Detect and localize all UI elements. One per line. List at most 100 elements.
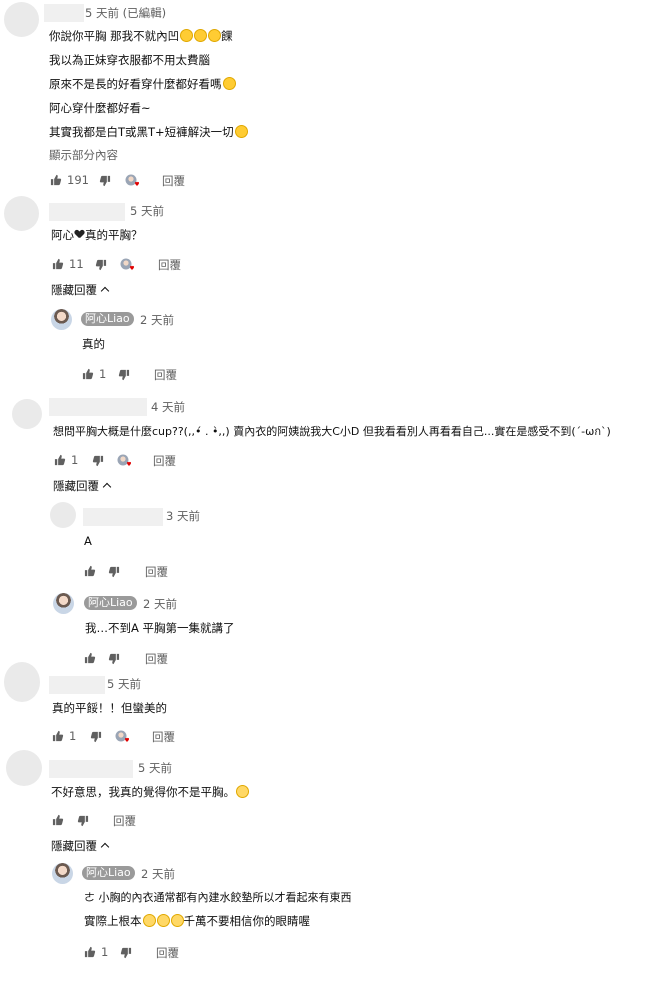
comment-time[interactable]: 5 天前 — [138, 760, 172, 776]
avatar[interactable] — [12, 399, 42, 429]
like-button-icon[interactable] — [54, 454, 66, 466]
comment-time[interactable]: 2 天前 — [141, 866, 175, 882]
like-button-icon[interactable] — [84, 652, 96, 664]
dislike-button-icon[interactable] — [108, 566, 120, 578]
comment-text: 實際上根本 — [84, 914, 142, 928]
dislike-button-icon[interactable] — [108, 653, 120, 665]
worried-emoji-icon — [142, 914, 156, 927]
owner-name-badge[interactable]: 阿心Liao — [81, 312, 134, 326]
chevron-up-icon — [100, 286, 110, 296]
comment-time[interactable]: 5 天前 — [107, 676, 141, 692]
reply-button[interactable]: 回覆 — [152, 729, 175, 745]
comment-text-line: 阿心穿什麼都好看~ — [49, 101, 151, 115]
chevron-up-icon — [100, 842, 110, 852]
comment-text-line: 真的 — [82, 337, 105, 351]
reply-button[interactable]: 回覆 — [162, 173, 185, 189]
like-count: 191 — [67, 173, 89, 187]
author-name-redacted[interactable] — [44, 4, 84, 22]
hide-replies-toggle[interactable]: 隱藏回覆 — [53, 478, 112, 494]
comment-time[interactable]: 2 天前 — [143, 596, 177, 612]
comment-text: 餜 — [221, 29, 233, 43]
reply-button[interactable]: 回覆 — [158, 257, 181, 273]
comment-time[interactable]: 5 天前 (已編輯) — [85, 5, 166, 21]
author-name-redacted[interactable] — [49, 203, 125, 221]
like-button-icon[interactable] — [84, 565, 96, 577]
comment-text-line: ㄜ 小胸的內衣通常都有內建水餃墊所以才看起來有東西 — [84, 891, 352, 904]
comment-time[interactable]: 5 天前 — [130, 203, 164, 219]
comment-text-line: 原來不是長的好看穿什麼都好看嗎 — [49, 76, 236, 92]
comment-text: 原來不是長的好看穿什麼都好看嗎 — [49, 77, 222, 91]
laughing-emoji-icon — [234, 125, 248, 138]
hide-replies-label: 隱藏回覆 — [51, 839, 97, 853]
like-count: 1 — [99, 367, 107, 381]
avatar[interactable] — [50, 502, 76, 528]
heart-icon — [75, 230, 84, 239]
like-button-icon[interactable] — [82, 368, 94, 380]
comment-time[interactable]: 3 天前 — [166, 508, 200, 524]
dislike-button-icon[interactable] — [118, 369, 130, 381]
reply-button[interactable]: 回覆 — [154, 367, 177, 383]
owner-avatar[interactable] — [53, 593, 74, 614]
dislike-button-icon[interactable] — [99, 175, 111, 187]
avatar[interactable] — [4, 196, 39, 231]
reply-button[interactable]: 回覆 — [145, 564, 168, 580]
comment-text: 其實我都是白T或黑T+短褲解決一切 — [49, 125, 234, 139]
like-count: 1 — [71, 453, 79, 467]
reply-button[interactable]: 回覆 — [145, 651, 168, 667]
comment-text-line: 阿心 真的平胸？ — [51, 227, 143, 243]
worried-emoji-icon — [170, 914, 184, 927]
author-name-redacted[interactable] — [83, 508, 163, 526]
like-button-icon[interactable] — [50, 174, 62, 186]
owner-avatar[interactable] — [51, 309, 72, 330]
avatar[interactable] — [6, 750, 42, 786]
comment-text-line: 我以為正妹穿衣服都不用太費腦 — [49, 53, 210, 67]
reply-button[interactable]: 回覆 — [153, 453, 176, 469]
comment-text: 你說你平胸 那我不就內凹 — [49, 29, 180, 43]
author-name-redacted[interactable] — [49, 760, 133, 778]
read-more-link[interactable]: 顯示部分內容 — [49, 147, 118, 163]
hide-replies-toggle[interactable]: 隱藏回覆 — [51, 282, 110, 298]
owner-name-badge[interactable]: 阿心Liao — [84, 596, 137, 610]
dislike-button-icon[interactable] — [90, 731, 102, 743]
comment-text: 不好意思，我真的覺得你不是平胸。 — [51, 785, 235, 799]
creator-heart-icon — [125, 174, 139, 187]
comment-text-line: 你說你平胸 那我不就內凹 餜 — [49, 28, 233, 44]
comment-text-line: 其實我都是白T或黑T+短褲解決一切 — [49, 124, 248, 140]
author-name-redacted[interactable] — [49, 676, 105, 694]
reply-button[interactable]: 回覆 — [156, 945, 179, 961]
laughing-emoji-icon — [194, 29, 208, 42]
comment-text: 真的平胸？ — [85, 228, 143, 242]
owner-avatar[interactable] — [52, 863, 73, 884]
like-count: 1 — [101, 945, 109, 959]
hide-replies-label: 隱藏回覆 — [51, 283, 97, 297]
comment-time[interactable]: 2 天前 — [140, 312, 174, 328]
creator-heart-icon — [117, 454, 131, 467]
laughing-emoji-icon — [208, 29, 222, 42]
like-button-icon[interactable] — [52, 730, 64, 742]
hide-replies-toggle[interactable]: 隱藏回覆 — [51, 838, 110, 854]
author-name-redacted[interactable] — [49, 398, 147, 416]
worried-emoji-icon — [156, 914, 170, 927]
like-button-icon[interactable] — [52, 258, 64, 270]
like-count: 11 — [69, 257, 84, 271]
dislike-button-icon[interactable] — [120, 947, 132, 959]
comment-text-line: A — [84, 534, 92, 548]
owner-name-badge[interactable]: 阿心Liao — [82, 866, 135, 880]
dislike-button-icon[interactable] — [92, 455, 104, 467]
like-button-icon[interactable] — [84, 946, 96, 958]
like-button-icon[interactable] — [52, 814, 64, 826]
avatar[interactable] — [4, 2, 39, 37]
hide-replies-label: 隱藏回覆 — [53, 479, 99, 493]
avatar[interactable] — [4, 662, 40, 702]
reply-button[interactable]: 回覆 — [113, 813, 136, 829]
dislike-button-icon[interactable] — [95, 259, 107, 271]
chevron-up-icon — [102, 482, 112, 492]
comment-text-line: 我…不到A 平胸第一集就講了 — [85, 621, 235, 635]
comment-text: 千萬不要相信你的眼睛喔 — [183, 914, 311, 928]
comment-text-line: 不好意思，我真的覺得你不是平胸。 — [51, 784, 249, 800]
like-count: 1 — [69, 729, 77, 743]
comment-text-line: 真的平餒！！但蠻美的 — [52, 701, 167, 715]
sad-emoji-icon — [236, 785, 249, 798]
comment-time[interactable]: 4 天前 — [151, 399, 185, 415]
dislike-button-icon[interactable] — [77, 815, 89, 827]
